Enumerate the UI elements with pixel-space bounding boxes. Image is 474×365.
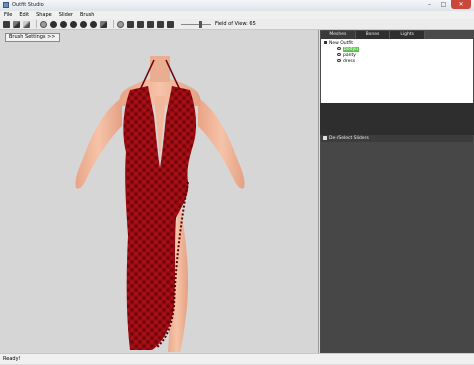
menu-file[interactable]: File — [0, 12, 15, 18]
mesh-tree: New Outfit bodyu panty dress — [321, 39, 473, 103]
move-brush-icon[interactable] — [70, 20, 77, 28]
toolbar: Field of View: 65 — [0, 19, 474, 30]
undiff-brush-icon[interactable] — [90, 20, 97, 28]
outfit-model-render — [75, 56, 245, 352]
slider-track — [181, 23, 211, 25]
slider-list — [321, 142, 473, 352]
view-right-icon[interactable] — [147, 20, 154, 28]
weight-brush-icon[interactable] — [100, 20, 107, 28]
tab-bones[interactable]: Bones — [355, 31, 391, 39]
field-of-view-label: Field of View: 65 — [215, 21, 256, 27]
status-text: Ready! — [3, 356, 21, 362]
slider-thumb[interactable] — [199, 20, 202, 28]
view-left-icon[interactable] — [137, 20, 144, 28]
right-arm — [198, 98, 245, 189]
panel-splitter[interactable] — [320, 103, 474, 135]
tab-lights[interactable]: Lights — [390, 31, 426, 39]
neck — [150, 56, 170, 82]
wireframe-toggle-icon[interactable] — [157, 20, 164, 28]
menu-brush[interactable]: Brush — [76, 12, 97, 18]
eye-icon[interactable] — [337, 59, 341, 62]
3d-viewport[interactable]: Brush Settings >> — [0, 30, 319, 353]
pivot-tool-icon[interactable] — [23, 20, 30, 28]
deflate-brush-icon[interactable] — [60, 20, 67, 28]
brush-settings-button[interactable]: Brush Settings >> — [5, 33, 60, 42]
mask-brush-icon[interactable] — [40, 20, 47, 28]
right-panel: Meshes Bones Lights New Outfit bodyu pan… — [320, 30, 474, 353]
collapse-icon[interactable] — [324, 41, 327, 44]
mesh-item-dress[interactable]: dress — [337, 59, 355, 65]
left-arm — [75, 98, 122, 189]
menu-edit[interactable]: Edit — [15, 12, 32, 18]
menu-bar: File Edit Shape Slider Brush — [0, 11, 474, 19]
minimize-button[interactable]: – — [423, 0, 436, 9]
status-bar: Ready! — [0, 353, 474, 364]
eye-icon[interactable] — [337, 47, 341, 50]
view-back-icon[interactable] — [127, 20, 134, 28]
slider-header[interactable]: De-/Select Sliders — [321, 135, 473, 142]
app-icon — [3, 2, 9, 8]
inflate-brush-icon[interactable] — [50, 20, 57, 28]
window-controls: – □ ✕ — [423, 0, 471, 10]
transform-tool-icon[interactable] — [13, 20, 20, 28]
maximize-button[interactable]: □ — [437, 0, 450, 9]
select-tool-icon[interactable] — [3, 20, 10, 28]
select-sliders-checkbox[interactable] — [323, 135, 327, 140]
menu-shape[interactable]: Shape — [32, 12, 55, 18]
window-title: Outfit Studio — [12, 2, 44, 8]
menu-slider[interactable]: Slider — [55, 12, 76, 18]
tab-meshes[interactable]: Meshes — [321, 31, 356, 39]
eye-icon[interactable] — [337, 53, 341, 56]
lighting-toggle-icon[interactable] — [167, 20, 174, 28]
toolbar-separator — [36, 20, 37, 28]
toolbar-separator — [113, 20, 114, 28]
smooth-brush-icon[interactable] — [80, 20, 87, 28]
close-button[interactable]: ✕ — [451, 0, 471, 9]
panel-tabs: Meshes Bones Lights — [321, 31, 426, 39]
field-of-view-slider[interactable] — [181, 20, 211, 28]
view-front-icon[interactable] — [117, 20, 124, 28]
